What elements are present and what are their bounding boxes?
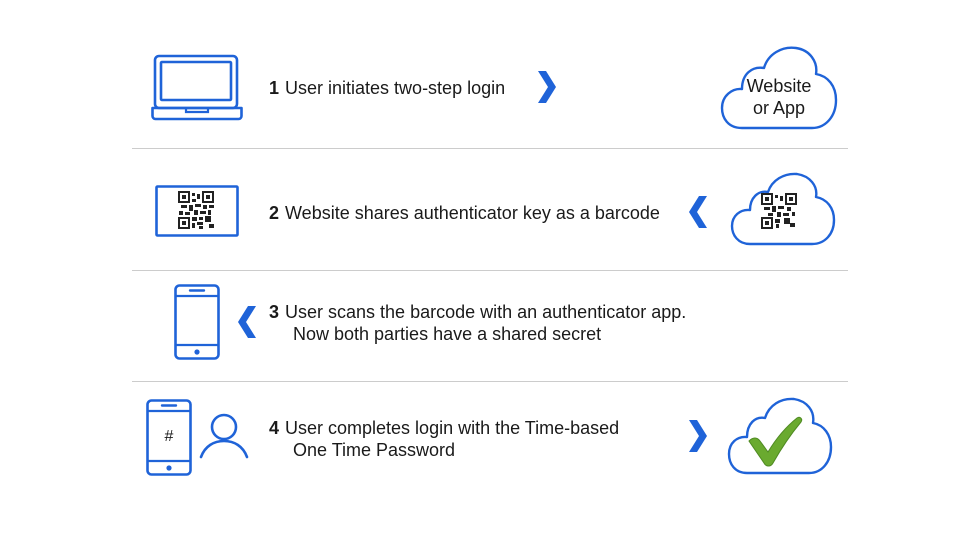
step-description: User completes login with the Time-based bbox=[285, 418, 620, 438]
cloud-check-icon bbox=[727, 395, 833, 475]
step-description-line-2: Now both parties have a shared secret bbox=[293, 324, 602, 344]
step-3-text: 3 User scans the barcode with an authenti… bbox=[269, 301, 686, 345]
step-number: 3 bbox=[269, 302, 280, 322]
cloud-label: Website or App bbox=[728, 75, 830, 119]
step-description: User initiates two-step login bbox=[285, 78, 506, 98]
step-number: 4 bbox=[269, 418, 280, 438]
step-4-text: 4 User completes login with the Time-base… bbox=[269, 417, 619, 461]
step-2-text: 2 Website shares authenticator key as a b… bbox=[269, 202, 660, 224]
step-description: Website shares authenticator key as a ba… bbox=[285, 203, 660, 223]
cloud-label-line-1: Website bbox=[746, 76, 812, 96]
smartphone-icon bbox=[174, 284, 220, 360]
step-description-line-2: One Time Password bbox=[293, 440, 456, 460]
chevron-left-icon bbox=[237, 305, 257, 339]
divider bbox=[132, 270, 848, 271]
step-number: 2 bbox=[269, 203, 280, 223]
divider bbox=[132, 381, 848, 382]
cloud-label-line-2: or App bbox=[752, 98, 806, 118]
laptop-icon bbox=[151, 54, 243, 122]
step-description: User scans the barcode with an authentic… bbox=[285, 302, 687, 322]
divider bbox=[132, 148, 848, 149]
qr-code-icon bbox=[178, 191, 215, 230]
chevron-left-icon bbox=[688, 195, 708, 229]
check-icon bbox=[748, 416, 803, 467]
chevron-right-icon bbox=[688, 419, 708, 453]
cloud-qr-icon bbox=[730, 170, 836, 246]
chevron-right-icon bbox=[537, 70, 557, 104]
user-icon bbox=[199, 413, 249, 459]
step-1-text: 1 User initiates two-step login bbox=[269, 77, 505, 99]
phone-code-symbol: # bbox=[164, 428, 174, 445]
qr-screen-icon bbox=[155, 185, 239, 237]
step-number: 1 bbox=[269, 78, 280, 98]
